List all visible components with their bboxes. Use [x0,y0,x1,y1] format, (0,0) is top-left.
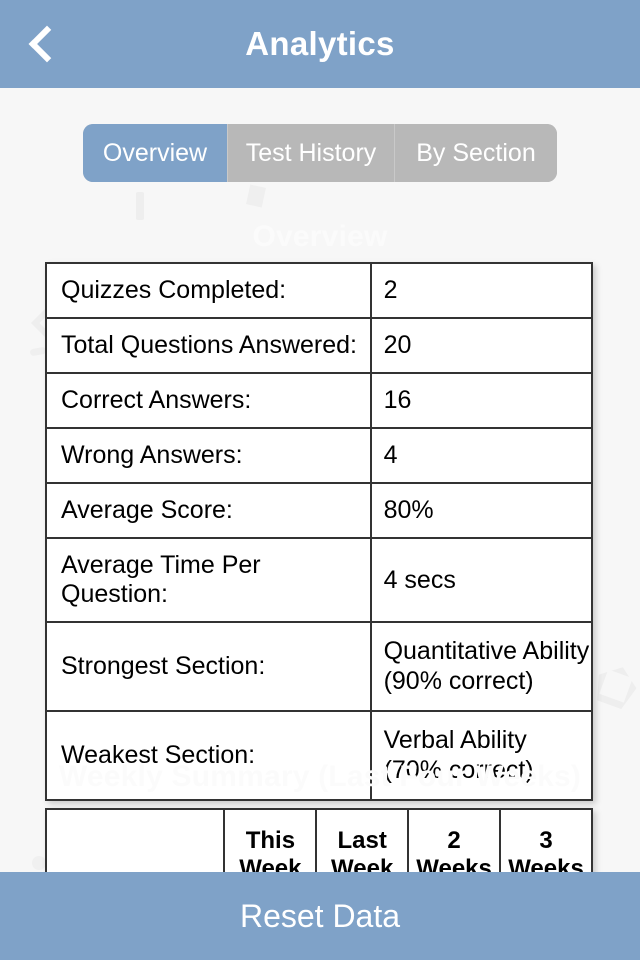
table-row: Correct Answers: 16 [45,372,594,429]
row-value-line2: (90% correct) [383,666,534,695]
tab-by-section[interactable]: By Section [395,124,557,182]
table-row: Quizzes Completed: 2 [45,262,594,319]
row-label: Total Questions Answered: [45,317,372,374]
row-value: 4 [369,427,594,484]
row-value-line1: Quantitative Ability [383,637,590,665]
back-button[interactable] [8,0,78,88]
row-value: 16 [369,372,594,429]
tab-overview[interactable]: Overview [83,124,227,182]
row-label: Quizzes Completed: [45,262,372,319]
app-header: Analytics [0,0,640,88]
row-label: Wrong Answers: [45,427,372,484]
row-label: Correct Answers: [45,372,372,429]
row-value: Quantitative Ability (90% correct) [369,621,594,712]
reset-data-label: Reset Data [239,897,401,934]
row-value: 20 [369,317,594,374]
bar-shape-icon [136,192,144,220]
overview-stats-table: Quizzes Completed: 2 Total Questions Ans… [45,262,594,801]
tab-test-history[interactable]: Test History [227,124,395,182]
row-label: Strongest Section: [45,621,372,712]
row-label: Average Score: [45,482,372,539]
weekly-summary-heading: Weekly Summary (Last Four Weeks) [58,760,582,793]
table-row: Total Questions Answered: 20 [45,317,594,374]
pill-shape-icon [29,346,47,357]
row-label: Average Time Per Question: [45,537,372,623]
table-row: Wrong Answers: 4 [45,427,594,484]
page-title: Analytics [245,25,395,62]
table-row: Average Time Per Question: 4 secs [45,537,594,623]
table-row: Strongest Section: Quantitative Ability … [45,621,594,712]
table-row: Average Score: 80% [45,482,594,539]
pentagon-shape-icon [590,660,640,711]
quad-shape-icon [246,184,266,208]
chevron-left-icon [28,25,66,63]
reset-data-button[interactable]: Reset Data [0,872,640,960]
overview-section-heading: Overview [252,220,388,253]
row-value: 4 secs [369,537,594,623]
analytics-tab-bar[interactable]: Overview Test History By Section [83,124,557,182]
row-value-line1: Verbal Ability [383,726,527,754]
row-value: 80% [369,482,594,539]
content-area: Overview Test History By Section Overvie… [0,88,640,960]
circle-shape-icon [32,856,46,870]
row-value: 2 [369,262,594,319]
